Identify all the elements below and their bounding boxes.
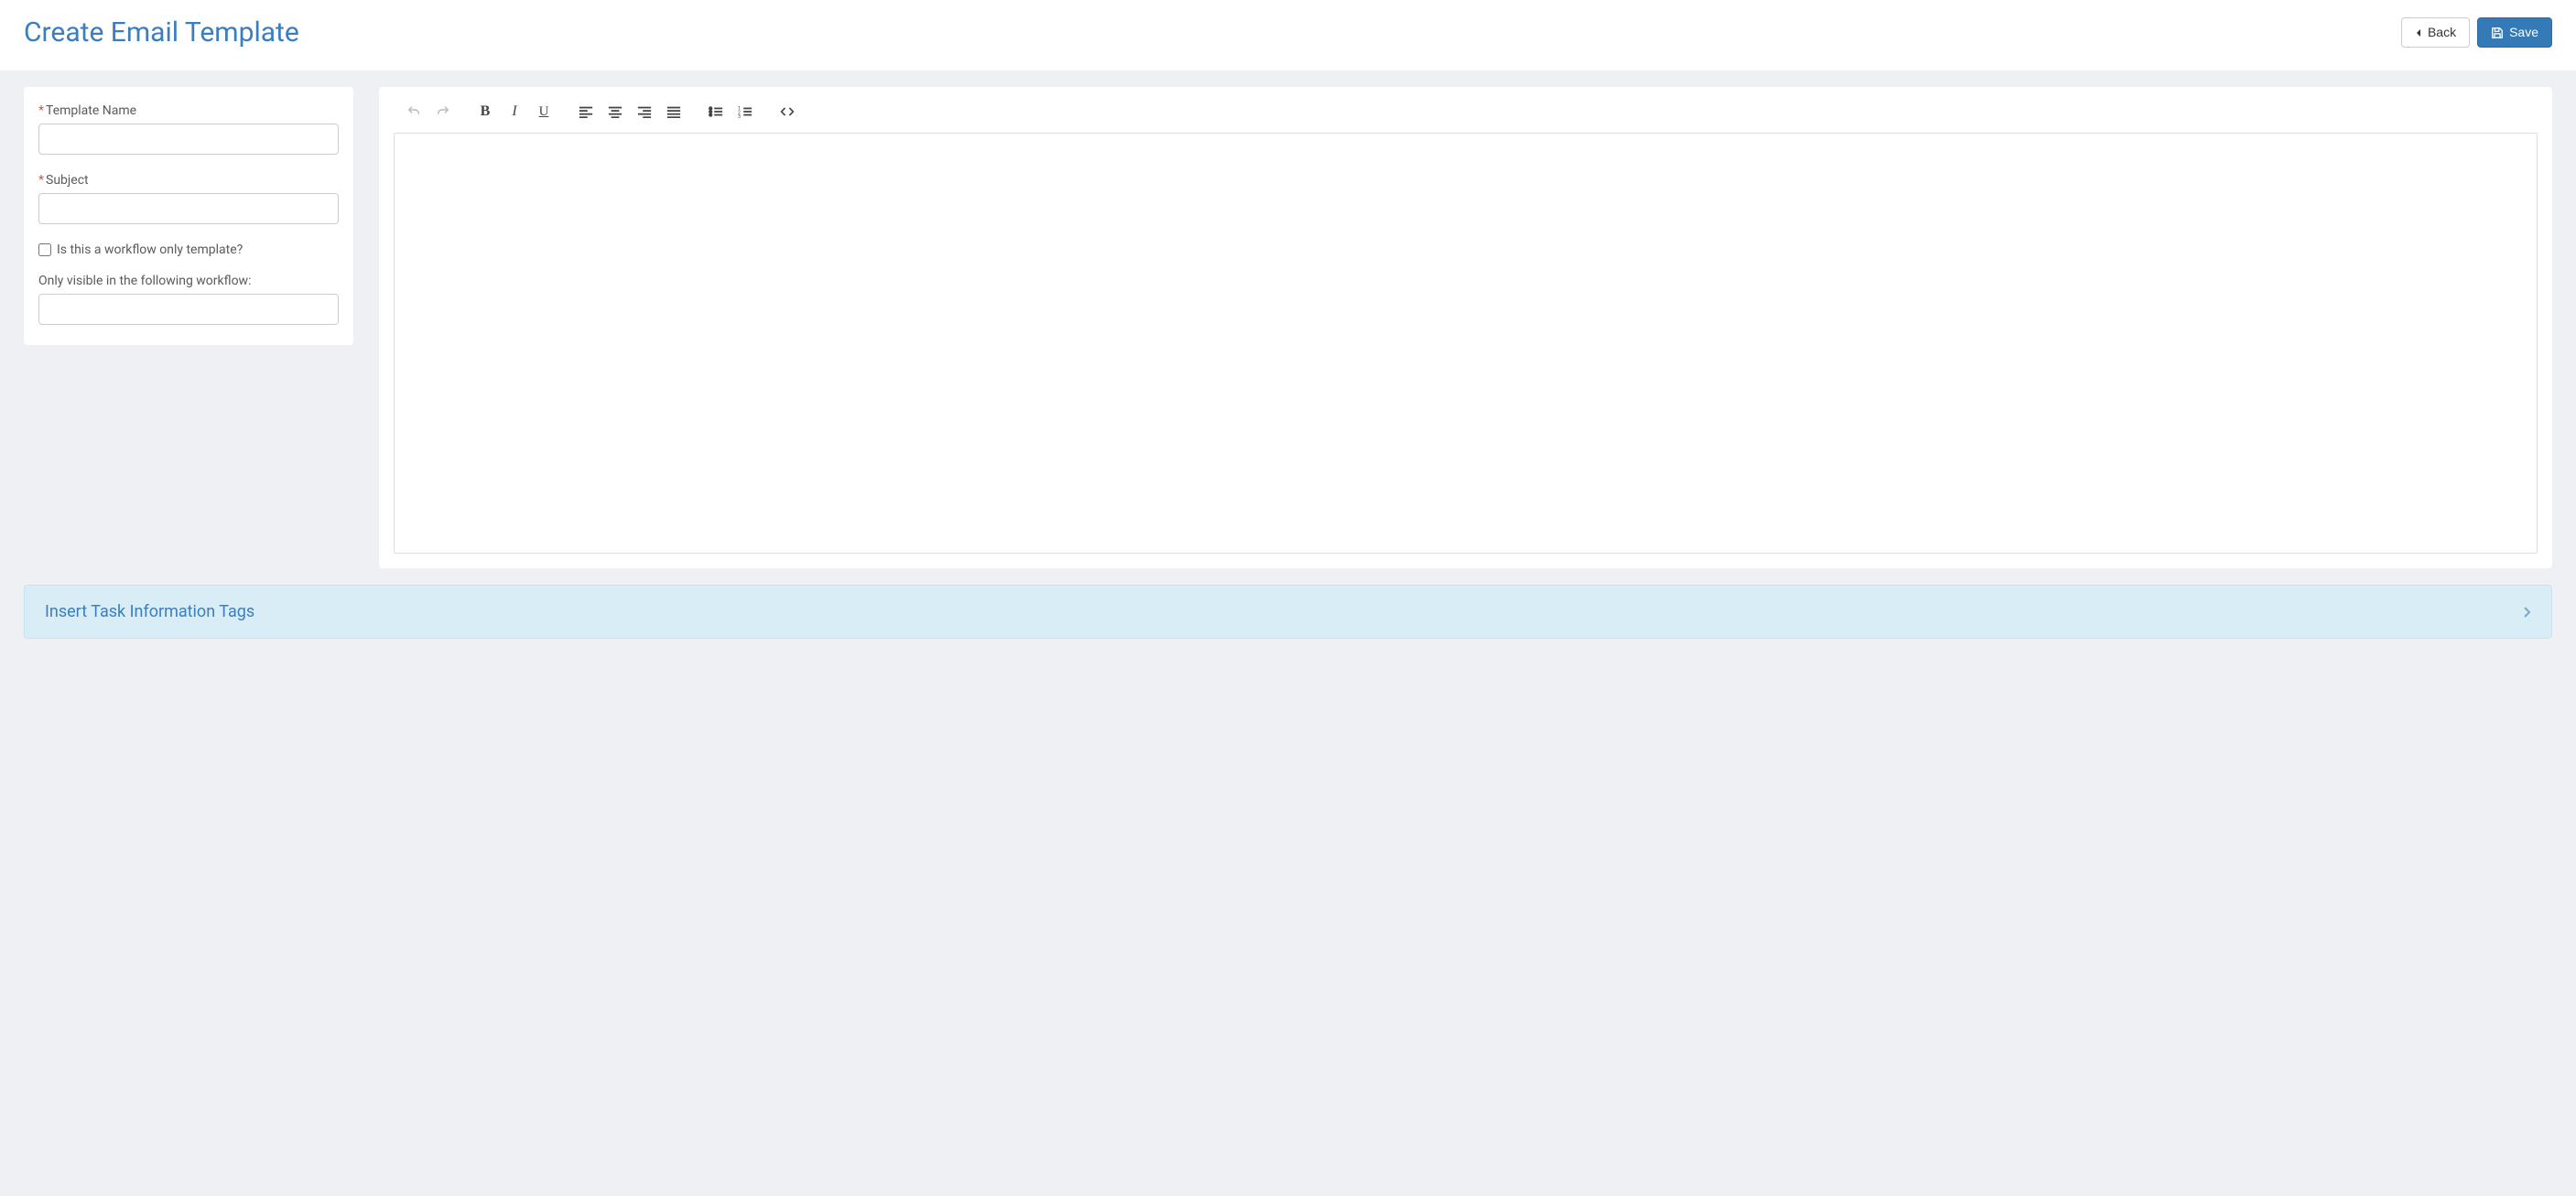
bullet-list-button[interactable] bbox=[701, 100, 731, 124]
redo-icon bbox=[436, 104, 450, 119]
bold-icon: B bbox=[481, 103, 491, 120]
code-icon bbox=[780, 105, 795, 118]
bullet-list-icon bbox=[709, 105, 723, 118]
align-justify-icon bbox=[666, 105, 681, 118]
workflow-only-label: Is this a workflow only template? bbox=[57, 242, 243, 257]
bold-button[interactable]: B bbox=[471, 100, 500, 124]
editor-toolbar: B I U bbox=[394, 98, 2538, 133]
save-button-label: Save bbox=[2509, 24, 2538, 42]
underline-button[interactable]: U bbox=[529, 100, 558, 124]
subject-group: *Subject bbox=[38, 173, 339, 224]
insert-tags-accordion[interactable]: Insert Task Information Tags bbox=[24, 585, 2552, 639]
template-name-input[interactable] bbox=[38, 124, 339, 155]
template-name-group: *Template Name bbox=[38, 103, 339, 155]
chevron-right-icon bbox=[2522, 606, 2531, 619]
editor-content-area[interactable] bbox=[394, 133, 2538, 554]
accordion-section: Insert Task Information Tags bbox=[0, 585, 2576, 655]
header-actions: Back Save bbox=[2401, 17, 2552, 48]
italic-icon: I bbox=[512, 103, 516, 120]
editor-panel: B I U bbox=[379, 87, 2552, 568]
subject-label: *Subject bbox=[38, 173, 339, 188]
numbered-list-button[interactable]: 123 bbox=[731, 100, 760, 124]
numbered-list-icon: 123 bbox=[738, 105, 752, 118]
underline-icon: U bbox=[539, 104, 549, 120]
required-star-icon: * bbox=[38, 103, 44, 118]
italic-button[interactable]: I bbox=[500, 100, 529, 124]
workflow-only-row[interactable]: Is this a workflow only template? bbox=[38, 242, 339, 257]
required-star-icon: * bbox=[38, 173, 44, 188]
back-button-label: Back bbox=[2428, 24, 2456, 42]
redo-button[interactable] bbox=[428, 100, 458, 124]
page-title: Create Email Template bbox=[24, 16, 299, 48]
visible-workflow-group: Only visible in the following workflow: bbox=[38, 274, 339, 325]
content-area: *Template Name *Subject Is this a workfl… bbox=[0, 70, 2576, 585]
save-button[interactable]: Save bbox=[2477, 17, 2552, 48]
align-justify-button[interactable] bbox=[659, 100, 688, 124]
back-button[interactable]: Back bbox=[2401, 17, 2470, 48]
workflow-only-checkbox[interactable] bbox=[38, 243, 51, 256]
save-icon bbox=[2491, 27, 2504, 39]
visible-workflow-input[interactable] bbox=[38, 294, 339, 325]
align-left-icon bbox=[579, 105, 593, 118]
insert-tags-title: Insert Task Information Tags bbox=[45, 602, 254, 621]
align-right-icon bbox=[637, 105, 652, 118]
header-bar: Create Email Template Back Save bbox=[0, 0, 2576, 70]
align-center-button[interactable] bbox=[601, 100, 630, 124]
template-settings-panel: *Template Name *Subject Is this a workfl… bbox=[24, 87, 353, 345]
svg-text:3: 3 bbox=[738, 114, 741, 118]
source-code-button[interactable] bbox=[773, 100, 802, 124]
template-name-label: *Template Name bbox=[38, 103, 339, 118]
align-center-icon bbox=[608, 105, 622, 118]
visible-workflow-label: Only visible in the following workflow: bbox=[38, 274, 339, 288]
caret-left-icon bbox=[2415, 28, 2422, 38]
undo-button[interactable] bbox=[399, 100, 428, 124]
subject-input[interactable] bbox=[38, 193, 339, 224]
undo-icon bbox=[406, 104, 421, 119]
align-right-button[interactable] bbox=[630, 100, 659, 124]
align-left-button[interactable] bbox=[571, 100, 601, 124]
